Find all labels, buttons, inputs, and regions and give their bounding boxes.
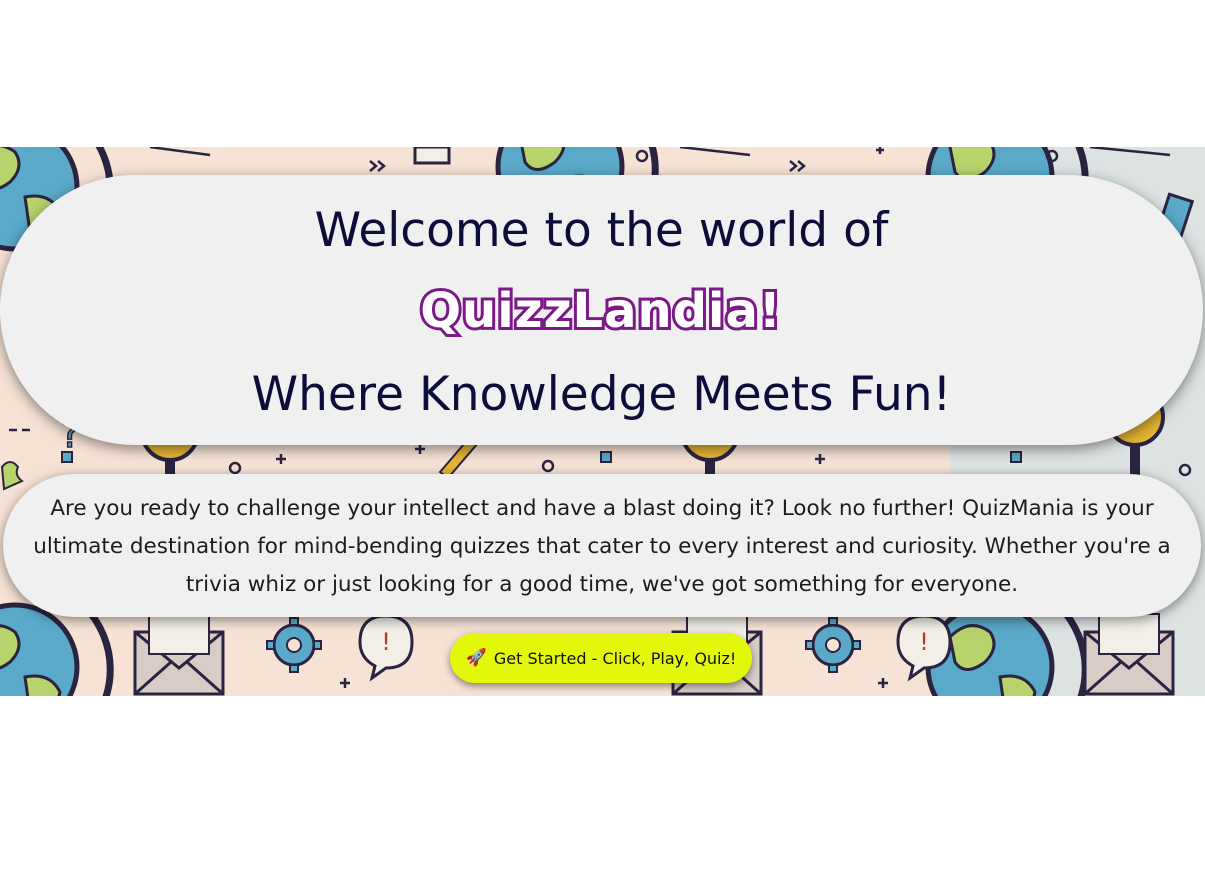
brand-logo: QuizzLandia! <box>417 280 784 342</box>
hero-section: ! <box>0 147 1205 696</box>
intro-text: Are you ready to challenge your intellec… <box>33 496 1171 597</box>
intro-card: Are you ready to challenge your intellec… <box>3 474 1201 617</box>
headline-card: Welcome to the world of QuizzLandia! Whe… <box>0 175 1203 445</box>
get-started-button[interactable]: 🚀 Get Started - Click, Play, Quiz! <box>450 633 752 683</box>
welcome-heading: Welcome to the world of <box>314 203 889 258</box>
get-started-label: Get Started - Click, Play, Quiz! <box>493 648 737 668</box>
tagline-heading: Where Knowledge Meets Fun! <box>251 367 952 422</box>
svg-text:QuizzLandia!: QuizzLandia! <box>420 283 782 339</box>
rocket-icon: 🚀 <box>465 648 487 668</box>
page: ! <box>0 0 1205 873</box>
